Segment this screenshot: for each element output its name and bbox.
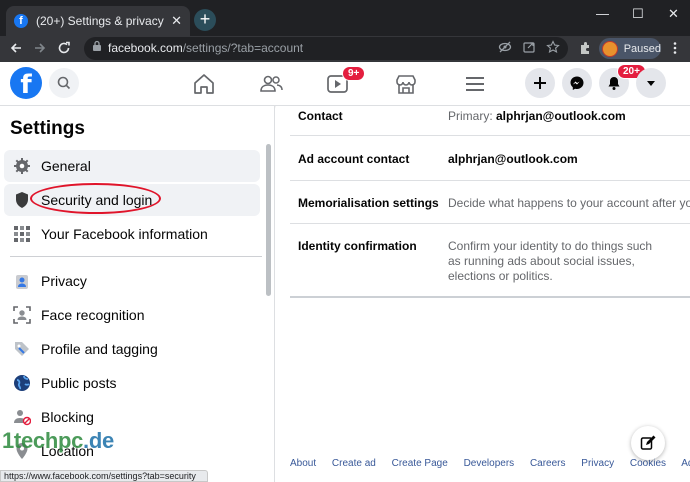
identity-confirmation-line: elections or politics. xyxy=(448,269,553,283)
identity-confirmation-row[interactable]: Identity confirmation Confirm your ident… xyxy=(290,224,690,298)
search-icon xyxy=(57,76,71,90)
block-user-icon xyxy=(12,407,32,427)
caret-down-icon xyxy=(647,81,655,86)
sidebar-item-label: Face recognition xyxy=(41,307,145,323)
footer-link-careers[interactable]: Careers xyxy=(530,458,566,469)
extensions-puzzle-icon[interactable] xyxy=(578,41,592,55)
memorialisation-row[interactable]: Memorialisation settings Decide what hap… xyxy=(290,181,690,224)
facebook-favicon-icon: f xyxy=(14,14,28,28)
link-status-bar: https://www.facebook.com/settings?tab=se… xyxy=(0,470,208,482)
browser-tab-strip: f (20+) Settings & privacy | Facebo ✕ + … xyxy=(0,0,690,36)
contact-label: Contact xyxy=(298,109,343,123)
bookmark-star-icon[interactable] xyxy=(546,40,560,54)
globe-icon xyxy=(12,373,32,393)
settings-sidebar: Settings General Security and login Your… xyxy=(0,106,275,482)
grid-icon xyxy=(12,224,32,244)
account-menu-button[interactable] xyxy=(636,68,666,98)
sidebar-item-public-posts[interactable]: Public posts xyxy=(4,367,260,399)
forward-arrow-icon[interactable] xyxy=(33,41,47,55)
facebook-top-bar: f 9+ 20+ xyxy=(0,62,690,106)
tab-title: (20+) Settings & privacy | Facebo xyxy=(36,14,165,28)
sidebar-item-face-recognition[interactable]: Face recognition xyxy=(4,299,260,331)
sidebar-item-profile-tagging[interactable]: Profile and tagging xyxy=(4,333,260,365)
ad-account-contact-row[interactable]: Ad account contact alphrjan@outlook.com xyxy=(290,136,690,181)
face-scan-icon xyxy=(12,305,32,325)
memorialisation-value: Decide what happens to your account afte… xyxy=(448,196,690,210)
minimize-button[interactable]: — xyxy=(596,6,609,21)
footer-link-about[interactable]: About xyxy=(290,458,316,469)
sidebar-item-label: Your Facebook information xyxy=(41,226,208,242)
account-settings-panel: Contact Primary: alphrjan@outlook.com Ad… xyxy=(276,106,690,482)
browser-tab-active[interactable]: f (20+) Settings & privacy | Facebo ✕ xyxy=(6,6,190,36)
avatar xyxy=(602,40,618,57)
contact-value: Primary: alphrjan@outlook.com xyxy=(448,109,626,123)
sidebar-item-facebook-info[interactable]: Your Facebook information xyxy=(4,218,260,250)
sidebar-item-label: Blocking xyxy=(41,409,94,425)
sidebar-item-label: Profile and tagging xyxy=(41,341,158,357)
shield-icon xyxy=(12,190,32,210)
friends-icon[interactable] xyxy=(257,70,285,98)
marketplace-icon[interactable] xyxy=(392,70,420,98)
watermark-logo: 1techpc.de xyxy=(2,428,114,453)
tag-icon xyxy=(12,339,32,359)
sidebar-item-general[interactable]: General xyxy=(4,150,260,182)
identity-confirmation-line: as running ads about social issues, xyxy=(448,254,635,268)
new-message-button[interactable] xyxy=(631,426,665,460)
back-arrow-icon[interactable] xyxy=(9,41,23,55)
watch-badge: 9+ xyxy=(342,66,366,81)
sidebar-item-privacy[interactable]: Privacy xyxy=(4,265,260,297)
browser-menu-icon[interactable] xyxy=(672,41,678,55)
home-icon[interactable] xyxy=(190,70,218,98)
search-button[interactable] xyxy=(49,68,79,98)
sidebar-item-label: General xyxy=(41,158,91,174)
ad-account-contact-label: Ad account contact xyxy=(298,152,410,166)
memorialisation-label: Memorialisation settings xyxy=(298,196,439,210)
sidebar-item-label: Privacy xyxy=(41,273,87,289)
lock-icon xyxy=(93,40,101,51)
profile-status-label: Paused xyxy=(623,42,661,55)
plus-icon xyxy=(534,77,546,89)
new-tab-button[interactable]: + xyxy=(194,9,216,31)
footer-links: About Create ad Create Page Developers C… xyxy=(290,458,690,469)
share-icon[interactable] xyxy=(522,40,536,54)
menu-hamburger-icon[interactable] xyxy=(461,70,489,98)
messenger-button[interactable] xyxy=(562,68,592,98)
profile-button[interactable]: Paused xyxy=(599,38,661,59)
highlight-annotation-oval xyxy=(30,183,161,214)
ad-account-contact-value: alphrjan@outlook.com xyxy=(448,152,578,166)
browser-toolbar: facebook.com/settings/?tab=account Pause… xyxy=(0,36,690,62)
gear-icon xyxy=(12,156,32,176)
sidebar-item-label: Public posts xyxy=(41,375,117,391)
contact-row[interactable]: Contact Primary: alphrjan@outlook.com xyxy=(290,106,690,136)
url-text: facebook.com/settings/?tab=account xyxy=(108,41,304,55)
lock-person-icon xyxy=(12,271,32,291)
maximize-button[interactable]: ☐ xyxy=(632,6,644,22)
close-window-button[interactable]: ✕ xyxy=(668,6,679,22)
identity-confirmation-line: Confirm your identity to do things such xyxy=(448,239,653,253)
address-bar[interactable]: facebook.com/settings/?tab=account xyxy=(84,37,568,60)
reload-icon[interactable] xyxy=(57,41,71,55)
sidebar-divider xyxy=(10,256,262,257)
sidebar-title: Settings xyxy=(10,118,85,139)
footer-link-developers[interactable]: Developers xyxy=(464,458,515,469)
sidebar-scrollbar[interactable] xyxy=(266,144,271,296)
tab-close-button[interactable]: ✕ xyxy=(171,13,182,29)
camera-blocked-icon[interactable] xyxy=(498,40,512,54)
footer-link-create-ad[interactable]: Create ad xyxy=(332,458,376,469)
footer-link-privacy[interactable]: Privacy xyxy=(581,458,614,469)
compose-pencil-icon xyxy=(640,435,656,450)
create-button[interactable] xyxy=(525,68,555,98)
messenger-icon xyxy=(570,76,584,90)
footer-link-create-page[interactable]: Create Page xyxy=(392,458,448,469)
footer-link-adchoices[interactable]: AdCl xyxy=(681,458,690,469)
facebook-logo[interactable]: f xyxy=(10,67,42,99)
identity-confirmation-label: Identity confirmation xyxy=(298,239,417,253)
